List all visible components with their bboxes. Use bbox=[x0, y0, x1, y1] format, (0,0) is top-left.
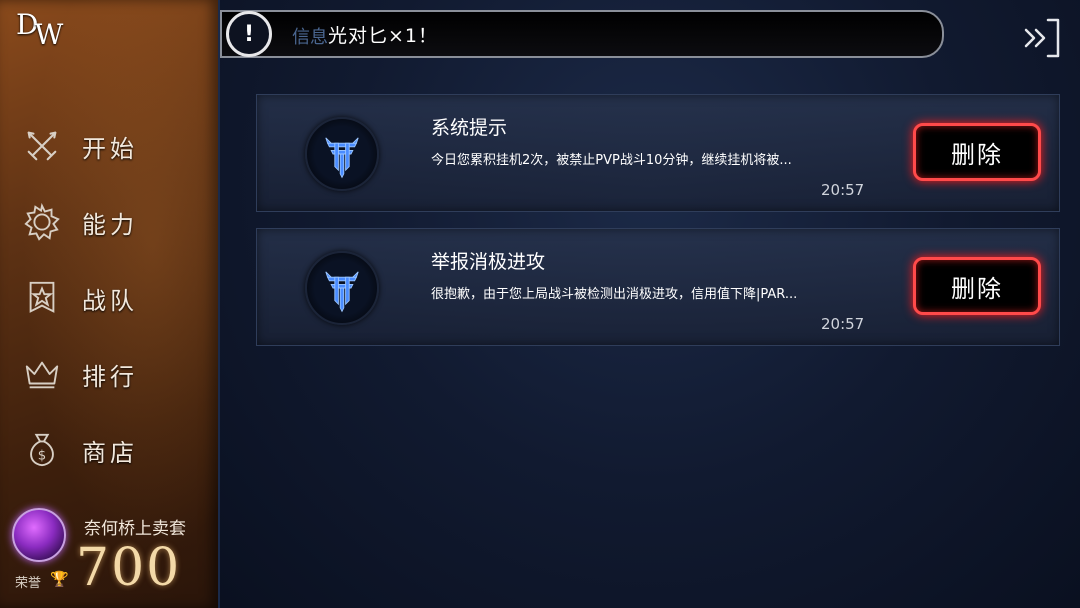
honor-value: 700 bbox=[76, 538, 182, 598]
sidebar-item-start[interactable]: 开始 bbox=[0, 108, 218, 184]
sidebar-item-team[interactable]: 战队 bbox=[0, 260, 218, 336]
message-body: 今日您累积挂机2次，被禁止PVP战斗10分钟，继续挂机将被... bbox=[431, 153, 792, 168]
sidebar-item-label: 商店 bbox=[82, 438, 138, 467]
exclamation-icon: ! bbox=[226, 11, 272, 57]
sidebar: DW 开始 能力 战队 排行 $ 商店 奈何桥上卖套 荣誉 🏆 700 bbox=[0, 0, 220, 608]
sidebar-item-shop[interactable]: $ 商店 bbox=[0, 412, 218, 488]
gear-icon bbox=[22, 202, 62, 242]
logo-letter-d: D bbox=[16, 8, 39, 41]
trophy-icon: 🏆 bbox=[50, 570, 69, 588]
message-card: 系统提示 今日您累积挂机2次，被禁止PVP战斗10分钟，继续挂机将被... 20… bbox=[256, 94, 1060, 212]
notice-ghost-text: 信息 bbox=[292, 27, 328, 48]
message-card: 举报消极进攻 很抱歉，由于您上局战斗被检测出消极进攻，信用值下降|PAR... … bbox=[256, 228, 1060, 346]
crown-icon bbox=[22, 354, 62, 394]
message-panel: ! 信息 光对匕×1！ 系统提示 今日您累积挂机2次，被禁止PVP战斗10分钟，… bbox=[220, 0, 1080, 608]
sidebar-item-label: 能力 bbox=[82, 210, 138, 239]
message-body: 很抱歉，由于您上局战斗被检测出消极进攻，信用值下降|PAR... bbox=[431, 287, 798, 302]
sidebar-item-ability[interactable]: 能力 bbox=[0, 184, 218, 260]
delete-button[interactable]: 删除 bbox=[913, 257, 1041, 315]
game-emblem-icon bbox=[305, 251, 379, 325]
message-time: 20:57 bbox=[821, 315, 865, 333]
sidebar-item-ranking[interactable]: 排行 bbox=[0, 336, 218, 412]
star-banner-icon bbox=[22, 278, 62, 318]
sidebar-item-label: 排行 bbox=[82, 362, 138, 391]
honor-label: 荣誉 bbox=[15, 576, 42, 591]
sidebar-item-label: 开始 bbox=[82, 134, 138, 163]
delete-button[interactable]: 删除 bbox=[913, 123, 1041, 181]
game-logo: DW bbox=[16, 8, 63, 51]
player-name: 奈何桥上卖套 bbox=[84, 519, 186, 539]
exit-icon bbox=[1024, 18, 1060, 58]
game-emblem-icon bbox=[305, 117, 379, 191]
message-time: 20:57 bbox=[821, 181, 865, 199]
notice-bar: ! 信息 光对匕×1！ bbox=[220, 10, 944, 58]
crossed-swords-icon bbox=[22, 126, 62, 166]
logo-letter-w: W bbox=[34, 18, 63, 51]
player-profile: 奈何桥上卖套 荣誉 🏆 700 bbox=[0, 508, 218, 608]
sidebar-nav: 开始 能力 战队 排行 $ 商店 bbox=[0, 108, 218, 488]
message-title: 举报消极进攻 bbox=[431, 251, 546, 273]
notice-text: 光对匕×1！ bbox=[328, 25, 439, 47]
exit-button[interactable] bbox=[1020, 16, 1064, 60]
avatar[interactable] bbox=[12, 508, 66, 562]
money-bag-icon: $ bbox=[22, 430, 62, 470]
svg-text:$: $ bbox=[38, 449, 46, 464]
sidebar-item-label: 战队 bbox=[82, 286, 138, 315]
message-title: 系统提示 bbox=[431, 117, 508, 139]
